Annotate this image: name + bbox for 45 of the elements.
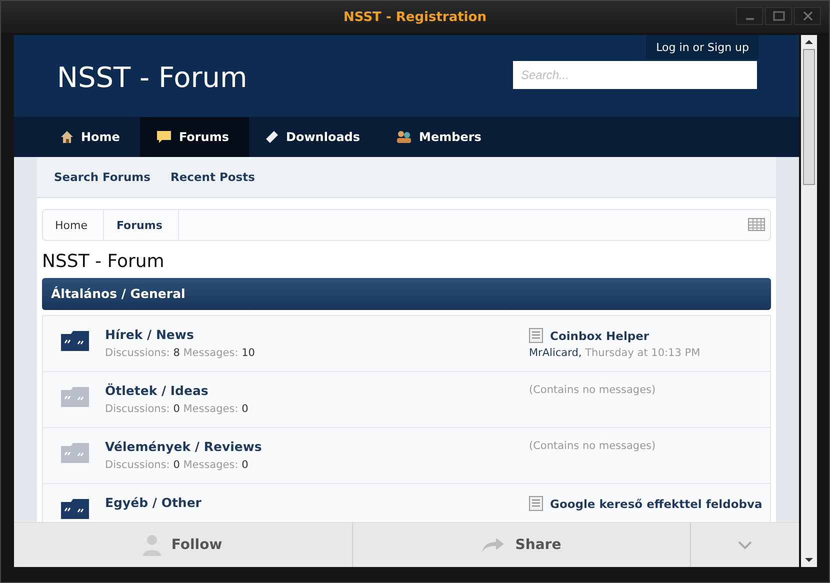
chevron-down-icon (738, 541, 752, 549)
latest-post-link[interactable]: Google kereső effekttel feldobva (550, 496, 762, 510)
page-title: NSST - Forum (42, 251, 166, 272)
document-icon (529, 496, 543, 511)
breadcrumb-link[interactable]: Home (43, 210, 104, 240)
speech-bubble-icon (156, 130, 172, 144)
scroll-thumb[interactable] (803, 49, 815, 185)
close-button[interactable] (794, 7, 821, 25)
window-title: NSST - Registration (344, 10, 486, 24)
latest-post-link[interactable]: Coinbox Helper (550, 328, 650, 342)
forum-title[interactable]: Egyéb / Other (105, 495, 529, 510)
subnav-link[interactable]: Recent Posts (170, 170, 255, 184)
forum-stats: Discussions: 0 Messages: 0 (105, 459, 250, 471)
login-link[interactable]: Log in or Sign up (646, 35, 759, 59)
nav-tab[interactable]: Members (380, 117, 502, 157)
category-header[interactable]: Általános / General (42, 278, 771, 310)
breadcrumb-link[interactable]: Forums (104, 210, 180, 240)
site-logo[interactable]: NSST - Forum (57, 61, 248, 94)
minimize-button[interactable] (736, 7, 763, 25)
subnav-link[interactable]: Search Forums (54, 170, 150, 184)
forum-stats: Discussions: 0 Messages: 0 (105, 403, 250, 415)
forum-title[interactable]: Hírek / News (105, 327, 529, 342)
forum-title[interactable]: Vélemények / Reviews (105, 439, 529, 454)
people-icon (396, 130, 412, 144)
post-time: Thursday at 10:13 PM (585, 347, 700, 359)
document-icon (529, 328, 543, 343)
arrow-icon (481, 537, 506, 553)
maximize-icon (772, 11, 784, 21)
maximize-button[interactable] (765, 7, 792, 25)
nav-tab[interactable]: Home (44, 117, 140, 157)
person-icon (143, 534, 162, 556)
scrollbar[interactable] (801, 35, 817, 567)
minimize-icon (746, 18, 754, 20)
calendar-icon[interactable] (748, 218, 765, 231)
nav-tab[interactable]: Forums (140, 117, 249, 157)
username-link[interactable]: MrAlicard, (529, 347, 582, 359)
tag-icon (265, 130, 279, 144)
nav-tab[interactable]: Downloads (249, 117, 380, 157)
no-messages-text: (Contains no messages) (529, 440, 656, 452)
search-field[interactable]: Search... (513, 61, 757, 89)
house-icon (60, 130, 74, 144)
forum-stats: Discussions: 8 Messages: 10 (105, 347, 256, 359)
forum-title[interactable]: Ötletek / Ideas (105, 383, 529, 398)
no-messages-text: (Contains no messages) (529, 384, 656, 396)
close-icon (802, 11, 812, 21)
